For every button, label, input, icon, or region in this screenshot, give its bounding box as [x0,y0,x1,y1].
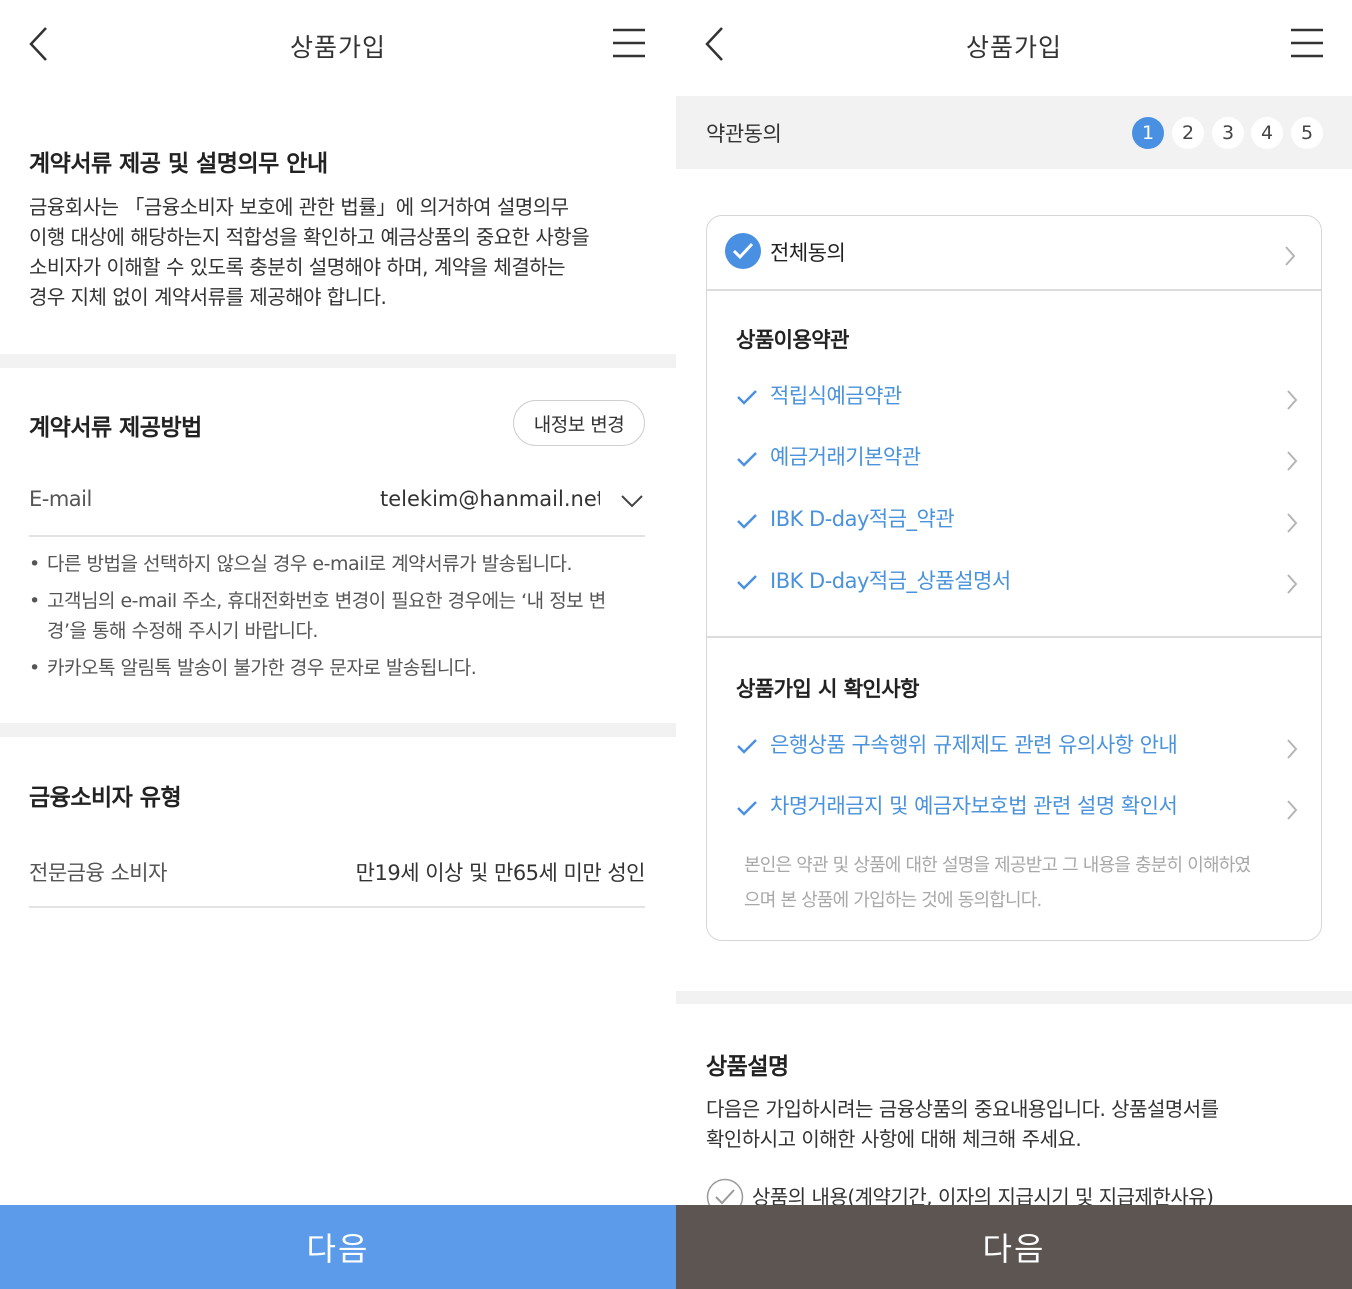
chevron-right-icon [1284,388,1300,412]
consent-note-line: 본인은 약관 및 상품에 대한 설명을 제공받고 그 내용을 충분히 이해하였 [744,855,1251,876]
card-divider [707,636,1321,638]
notice-line: 소비자가 이해할 수 있도록 충분히 설명해야 하며, 계약을 체결하는 [29,255,566,279]
email-select[interactable]: telekim@hanmail.net [380,487,600,511]
notice-line: 금융회사는 「금융소비자 보호에 관한 법률」에 의거하여 설명의무 [29,195,569,219]
chevron-right-icon [1284,737,1300,761]
change-info-button[interactable]: 내정보 변경 [513,400,645,446]
menu-icon[interactable] [610,26,648,60]
right-screen: 상품가입 약관동의 1 2 3 4 5 전체동의 상품이용약관 적립식예금약관 … [676,0,1352,1289]
email-label: E-mail [29,487,92,511]
note-item-cont: 경’을 통해 수정해 주시기 바랍니다. [47,620,318,642]
left-screen: 상품가입 계약서류 제공 및 설명의무 안내 금융회사는 「금융소비자 보호에 … [0,0,676,1289]
field-underline [29,535,645,537]
header-title: 상품가입 [965,33,1062,62]
consent-note: 본인은 약관 및 상품에 대한 설명을 제공받고 그 내용을 충분히 이해하였 … [744,848,1304,918]
chevron-right-icon [1284,572,1300,596]
check-icon[interactable] [736,571,758,593]
product-desc-title: 상품설명 [706,1054,789,1080]
chevron-right-icon [1284,511,1300,535]
check-icon[interactable] [736,735,758,757]
notice-title: 계약서류 제공 및 설명의무 안내 [29,151,328,177]
section-divider [0,723,676,737]
step-1: 1 [1132,117,1164,149]
step-2: 2 [1172,117,1204,149]
term-link[interactable]: IBK D-day적금_상품설명서 [770,565,1011,595]
field-underline [29,906,645,908]
product-desc-text: 다음은 가입하시려는 금융상품의 중요내용입니다. 상품설명서를 확인하시고 이… [706,1094,1326,1154]
notice-text: 금융회사는 「금융소비자 보호에 관한 법률」에 의거하여 설명의무 이행 대상… [29,192,669,312]
notice-line: 이행 대상에 해당하는지 적합성을 확인하고 예금상품의 중요한 사항을 [29,225,590,249]
chevron-right-icon [1282,244,1298,268]
consumer-label: 전문금융 소비자 [29,861,167,885]
confirm-section-title: 상품가입 시 확인사항 [736,677,920,701]
term-link[interactable]: IBK D-day적금_약관 [770,503,955,533]
check-icon[interactable] [736,386,758,408]
chevron-right-icon [1284,449,1300,473]
note-item: • 카카오톡 알림톡 발송이 불가한 경우 문자로 발송됩니다. [29,657,477,679]
step-3: 3 [1212,117,1244,149]
notice-line: 경우 지체 없이 계약서류를 제공해야 합니다. [29,285,387,309]
menu-icon[interactable] [1288,26,1326,60]
check-icon[interactable] [736,797,758,819]
chevron-down-icon[interactable] [618,489,646,513]
agree-all-label: 전체동의 [770,241,846,265]
note-item: • 다른 방법을 선택하지 않으실 경우 e-mail로 계약서류가 발송됩니다. [29,553,573,575]
next-button[interactable]: 다음 [0,1205,676,1289]
confirm-link[interactable]: 차명거래금지 및 예금자보호법 관련 설명 확인서 [770,790,1270,820]
delivery-notes: • 다른 방법을 선택하지 않으실 경우 e-mail로 계약서류가 발송됩니다.… [29,549,649,683]
check-icon[interactable] [736,448,758,470]
terms-section-title: 상품이용약관 [736,328,849,352]
product-desc-line: 다음은 가입하시려는 금융상품의 중요내용입니다. 상품설명서를 [706,1097,1219,1121]
check-icon[interactable] [736,510,758,532]
section-divider [676,991,1352,1004]
confirm-link[interactable]: 은행상품 구속행위 규제제도 관련 유의사항 안내 [770,729,1270,759]
term-link[interactable]: 예금거래기본약관 [770,441,921,471]
product-desc-line: 확인하시고 이해한 사항에 대해 체크해 주세요. [706,1127,1082,1151]
section-divider [0,354,676,368]
note-item: • 고객님의 e-mail 주소, 휴대전화번호 변경이 필요한 경우에는 ‘내 … [29,590,606,612]
step-label: 약관동의 [706,122,782,146]
chevron-right-icon [1284,798,1300,822]
consumer-value: 만19세 이상 및 만65세 미만 성인 [355,861,646,885]
consent-note-line: 으며 본 상품에 가입하는 것에 동의합니다. [744,890,1042,911]
consumer-title: 금융소비자 유형 [29,785,182,811]
delivery-title: 계약서류 제공방법 [29,415,202,441]
check-circle-filled-icon[interactable] [725,233,761,269]
step-5: 5 [1291,117,1323,149]
card-divider [707,289,1321,291]
step-4: 4 [1251,117,1283,149]
term-link[interactable]: 적립식예금약관 [770,380,902,410]
next-button[interactable]: 다음 [676,1205,1352,1289]
header-title: 상품가입 [289,33,386,62]
